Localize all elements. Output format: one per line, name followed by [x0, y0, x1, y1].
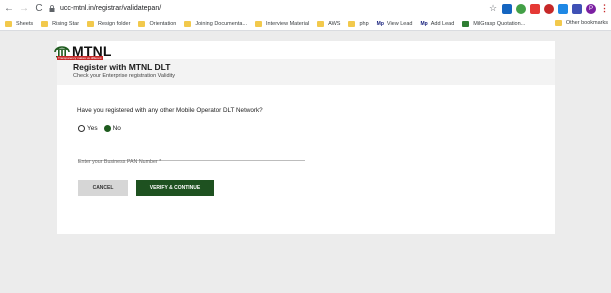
- page-subtitle: Check your Enterprise registration Valid…: [73, 73, 175, 79]
- folder-icon: [138, 20, 146, 27]
- bookmark-label: Other bookmarks: [565, 20, 608, 26]
- bookmark-label: MilGrasp Quotation...: [473, 20, 526, 27]
- lock-icon: [48, 4, 56, 14]
- bookmark-label: Rising Star: [52, 20, 80, 27]
- bookmark-label: Add Lead: [430, 20, 455, 27]
- bookmark-item[interactable]: Joining Documenta...: [184, 20, 248, 27]
- page-title: Register with MTNL DLT: [73, 62, 171, 72]
- bookmark-item[interactable]: MilGrasp Quotation...: [462, 20, 526, 27]
- dlt-radio-group: Yes No: [78, 125, 127, 132]
- bookmark-label: Interview Material: [266, 20, 310, 27]
- menu-icon[interactable]: ⋮: [600, 3, 609, 14]
- dlt-question: Have you registered with any other Mobil…: [77, 107, 263, 114]
- radio-yes[interactable]: Yes: [78, 125, 98, 132]
- bookmark-item[interactable]: Resign folder: [87, 20, 131, 27]
- bookmark-item[interactable]: Sheets: [5, 20, 34, 27]
- radio-checked-icon[interactable]: [103, 125, 111, 132]
- extension-icon[interactable]: [558, 3, 568, 14]
- extension-icon[interactable]: [516, 3, 526, 14]
- folder-icon: [87, 20, 95, 27]
- verify-continue-button[interactable]: VERIFY & CONTINUE: [136, 180, 214, 196]
- folder-icon: [41, 20, 49, 27]
- browser-toolbar: ← → C ucc-mtnl.in/registrar/validatepan/…: [0, 0, 611, 17]
- bookmark-label: View Lead: [386, 20, 413, 27]
- bookmark-item[interactable]: Mp View Lead: [377, 21, 413, 27]
- back-icon[interactable]: ←: [3, 3, 15, 15]
- url-text: ucc-mtnl.in/registrar/validatepan/: [60, 5, 162, 12]
- bookmark-item[interactable]: Interview Material: [255, 20, 310, 27]
- forward-icon[interactable]: →: [18, 3, 30, 15]
- folder-icon: [184, 20, 192, 27]
- folder-icon: [5, 20, 12, 27]
- folder-icon: [554, 20, 562, 26]
- mp-logo-icon: Mp: [420, 20, 428, 27]
- radio-no[interactable]: No: [103, 125, 121, 132]
- extension-icon[interactable]: [502, 3, 512, 14]
- bookmark-item[interactable]: php: [348, 20, 369, 27]
- extension-icon[interactable]: [530, 3, 540, 14]
- bookmark-item[interactable]: Mp Add Lead: [420, 21, 454, 27]
- bookmark-label: Joining Documenta...: [195, 20, 248, 27]
- bookmark-label: Sheets: [16, 20, 34, 27]
- address-bar[interactable]: ucc-mtnl.in/registrar/validatepan/: [48, 2, 448, 15]
- bookmark-label: php: [359, 20, 369, 27]
- bookmark-label: Orientation: [149, 20, 177, 27]
- extension-icon[interactable]: [544, 3, 554, 14]
- extension-icon[interactable]: [572, 3, 582, 14]
- bookmarks-bar: Sheets Rising Star Resign folder Orienta…: [0, 17, 611, 31]
- radio-unchecked-icon[interactable]: [78, 125, 85, 132]
- pan-input[interactable]: [78, 157, 305, 167]
- folder-icon: [255, 20, 263, 27]
- profile-avatar[interactable]: P: [586, 3, 596, 14]
- bookmark-label: AWS: [328, 20, 341, 27]
- bookmark-label: Resign folder: [98, 20, 131, 27]
- tagline: Transparency makes us different: [57, 56, 103, 60]
- folder-icon: [317, 20, 325, 27]
- bookmark-item[interactable]: Rising Star: [41, 20, 80, 27]
- bookmark-item[interactable]: Orientation: [138, 20, 177, 27]
- folder-icon: [348, 20, 356, 27]
- pan-field: [78, 150, 305, 167]
- registration-card: MTNL Transparency makes us different Reg…: [54, 41, 555, 234]
- reload-icon[interactable]: C: [33, 3, 45, 15]
- mp-logo-icon: Mp: [376, 20, 384, 27]
- other-bookmarks[interactable]: Other bookmarks: [554, 20, 608, 26]
- sheet-icon: [462, 20, 470, 27]
- bookmark-item[interactable]: AWS: [317, 20, 341, 27]
- cancel-button[interactable]: CANCEL: [78, 180, 128, 196]
- radio-no-label: No: [112, 125, 121, 132]
- bookmark-star-icon[interactable]: ☆: [488, 3, 498, 14]
- radio-yes-label: Yes: [87, 125, 98, 132]
